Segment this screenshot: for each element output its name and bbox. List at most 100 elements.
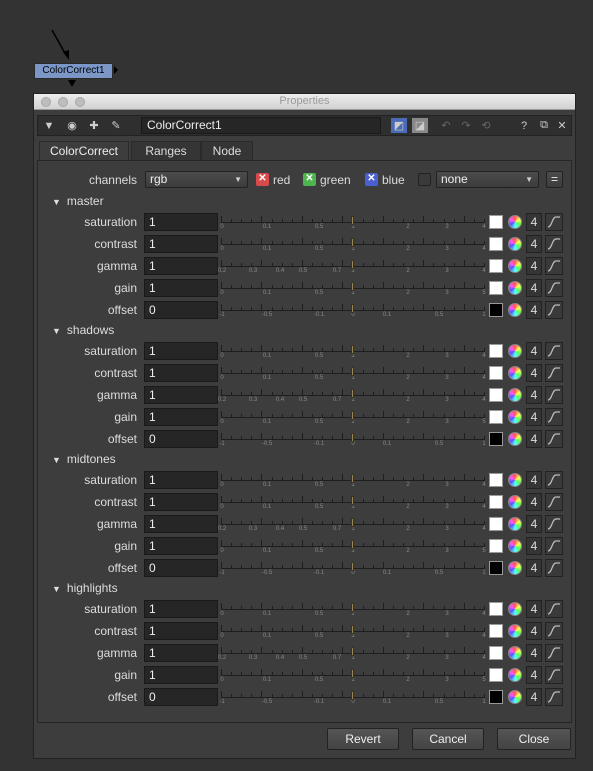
- slider-knob[interactable]: [351, 518, 354, 527]
- colorcorrect-node[interactable]: ColorCorrect1: [34, 63, 113, 79]
- channel-count-button[interactable]: 4: [526, 213, 542, 231]
- contrast-slider[interactable]: 0 0.1 0.5 1 2 3 4: [220, 235, 486, 253]
- animation-curve-icon[interactable]: [545, 493, 563, 511]
- animation-curve-icon[interactable]: [545, 235, 563, 253]
- color-swatch[interactable]: [489, 410, 503, 424]
- channel-count-button[interactable]: 4: [526, 386, 542, 404]
- close-button[interactable]: Close: [497, 728, 571, 750]
- saturation-slider[interactable]: 0 0.1 0.5 1 2 3 4: [220, 213, 486, 231]
- gamma-slider[interactable]: 0.2 0.3 0.4 0.5 0.7 1 2 3 4: [218, 257, 486, 275]
- color-wheel-icon[interactable]: [508, 366, 522, 380]
- color-wheel-icon[interactable]: [508, 344, 522, 358]
- color-wheel-icon[interactable]: [508, 668, 522, 682]
- section-highlights[interactable]: ▼ highlights: [52, 581, 118, 595]
- section-shadows[interactable]: ▼ shadows: [52, 323, 114, 337]
- offset-slider[interactable]: -1 -0.5 -0.1 0 0.1 0.5 1: [219, 301, 486, 319]
- help-icon[interactable]: ?: [514, 117, 534, 134]
- channels-dropdown[interactable]: rgb ▼: [145, 171, 248, 188]
- animation-curve-icon[interactable]: [545, 430, 563, 448]
- color-wheel-icon[interactable]: [508, 539, 522, 553]
- channel-count-button[interactable]: 4: [526, 515, 542, 533]
- revert-button[interactable]: Revert: [327, 728, 399, 750]
- tab-node[interactable]: Node: [201, 141, 253, 161]
- slider-knob[interactable]: [351, 411, 354, 420]
- gamma-input[interactable]: 1: [144, 257, 218, 275]
- channel-count-button[interactable]: 4: [526, 471, 542, 489]
- color-swatch[interactable]: [489, 432, 503, 446]
- offset-slider[interactable]: -1 -0.5 -0.1 0 0.1 0.5 1: [219, 430, 486, 448]
- channel-count-button[interactable]: 4: [526, 559, 542, 577]
- animation-curve-icon[interactable]: [545, 559, 563, 577]
- animation-curve-icon[interactable]: [545, 471, 563, 489]
- channel-count-button[interactable]: 4: [526, 493, 542, 511]
- slider-knob[interactable]: [351, 647, 354, 656]
- contrast-input[interactable]: 1: [144, 364, 218, 382]
- color-swatch[interactable]: [489, 646, 503, 660]
- saturation-input[interactable]: 1: [144, 213, 218, 231]
- section-midtones[interactable]: ▼ midtones: [52, 452, 116, 466]
- animation-curve-icon[interactable]: [545, 666, 563, 684]
- color-swatch[interactable]: [489, 517, 503, 531]
- slider-knob[interactable]: [351, 389, 354, 398]
- gain-slider[interactable]: 0 0.1 0.5 1 2 3 5: [220, 537, 486, 555]
- color-wheel-icon[interactable]: [508, 517, 522, 531]
- animation-curve-icon[interactable]: [545, 213, 563, 231]
- slider-knob[interactable]: [351, 260, 354, 269]
- gain-slider[interactable]: 0 0.1 0.5 1 2 3 5: [220, 666, 486, 684]
- animation-curve-icon[interactable]: [545, 622, 563, 640]
- color-wheel-icon[interactable]: [508, 432, 522, 446]
- channel-count-button[interactable]: 4: [526, 342, 542, 360]
- tab-ranges[interactable]: Ranges: [131, 141, 201, 161]
- gain-input[interactable]: 1: [144, 537, 218, 555]
- gamma-slider[interactable]: 0.2 0.3 0.4 0.5 0.7 1 2 3 4: [218, 386, 486, 404]
- undo-icon[interactable]: ↶: [436, 117, 456, 134]
- slider-knob[interactable]: [351, 540, 354, 549]
- color-swatch[interactable]: [489, 237, 503, 251]
- animation-curve-icon[interactable]: [545, 408, 563, 426]
- color-swatch[interactable]: [489, 366, 503, 380]
- color-swatch[interactable]: [489, 344, 503, 358]
- slider-knob[interactable]: [351, 304, 354, 313]
- animation-curve-icon[interactable]: [545, 600, 563, 618]
- color-wheel-icon[interactable]: [508, 215, 522, 229]
- offset-input[interactable]: 0: [144, 688, 218, 706]
- color-swatch[interactable]: [489, 561, 503, 575]
- animation-curve-icon[interactable]: [545, 257, 563, 275]
- slider-knob[interactable]: [351, 282, 354, 291]
- slider-knob[interactable]: [351, 496, 354, 505]
- color-wheel-icon[interactable]: [508, 646, 522, 660]
- offset-input[interactable]: 0: [144, 559, 218, 577]
- channel-count-button[interactable]: 4: [526, 430, 542, 448]
- color-swatch[interactable]: [489, 281, 503, 295]
- color-swatch[interactable]: [489, 690, 503, 704]
- animation-curve-icon[interactable]: [545, 386, 563, 404]
- color-wheel-icon[interactable]: [508, 388, 522, 402]
- contrast-slider[interactable]: 0 0.1 0.5 1 2 3 4: [220, 622, 486, 640]
- color-swatch[interactable]: [489, 624, 503, 638]
- slider-knob[interactable]: [351, 474, 354, 483]
- channel-count-button[interactable]: 4: [526, 301, 542, 319]
- section-master[interactable]: ▼ master: [52, 194, 104, 208]
- slider-knob[interactable]: [351, 367, 354, 376]
- close-panel-icon[interactable]: ✕: [552, 117, 572, 134]
- contrast-input[interactable]: 1: [144, 235, 218, 253]
- animation-curve-icon[interactable]: [545, 279, 563, 297]
- color-wheel-icon[interactable]: [508, 690, 522, 704]
- slider-knob[interactable]: [351, 238, 354, 247]
- input-node-icon[interactable]: ✚: [84, 117, 104, 134]
- color-swatch[interactable]: [489, 215, 503, 229]
- color-swatch[interactable]: [489, 495, 503, 509]
- node-name-field[interactable]: ColorCorrect1: [141, 117, 381, 134]
- channel-count-button[interactable]: 4: [526, 666, 542, 684]
- color-swatch[interactable]: [489, 668, 503, 682]
- collapse-triangle-icon[interactable]: ▼: [39, 117, 59, 134]
- gamma-slider[interactable]: 0.2 0.3 0.4 0.5 0.7 1 2 3 4: [218, 644, 486, 662]
- offset-slider[interactable]: -1 -0.5 -0.1 0 0.1 0.5 1: [219, 559, 486, 577]
- wrench-icon[interactable]: ✎: [106, 117, 126, 134]
- color-swatch[interactable]: [489, 602, 503, 616]
- channel-count-button[interactable]: 4: [526, 537, 542, 555]
- offset-slider[interactable]: -1 -0.5 -0.1 0 0.1 0.5 1: [219, 688, 486, 706]
- channel-count-button[interactable]: 4: [526, 235, 542, 253]
- color-wheel-icon[interactable]: [508, 602, 522, 616]
- animation-curve-icon[interactable]: [545, 301, 563, 319]
